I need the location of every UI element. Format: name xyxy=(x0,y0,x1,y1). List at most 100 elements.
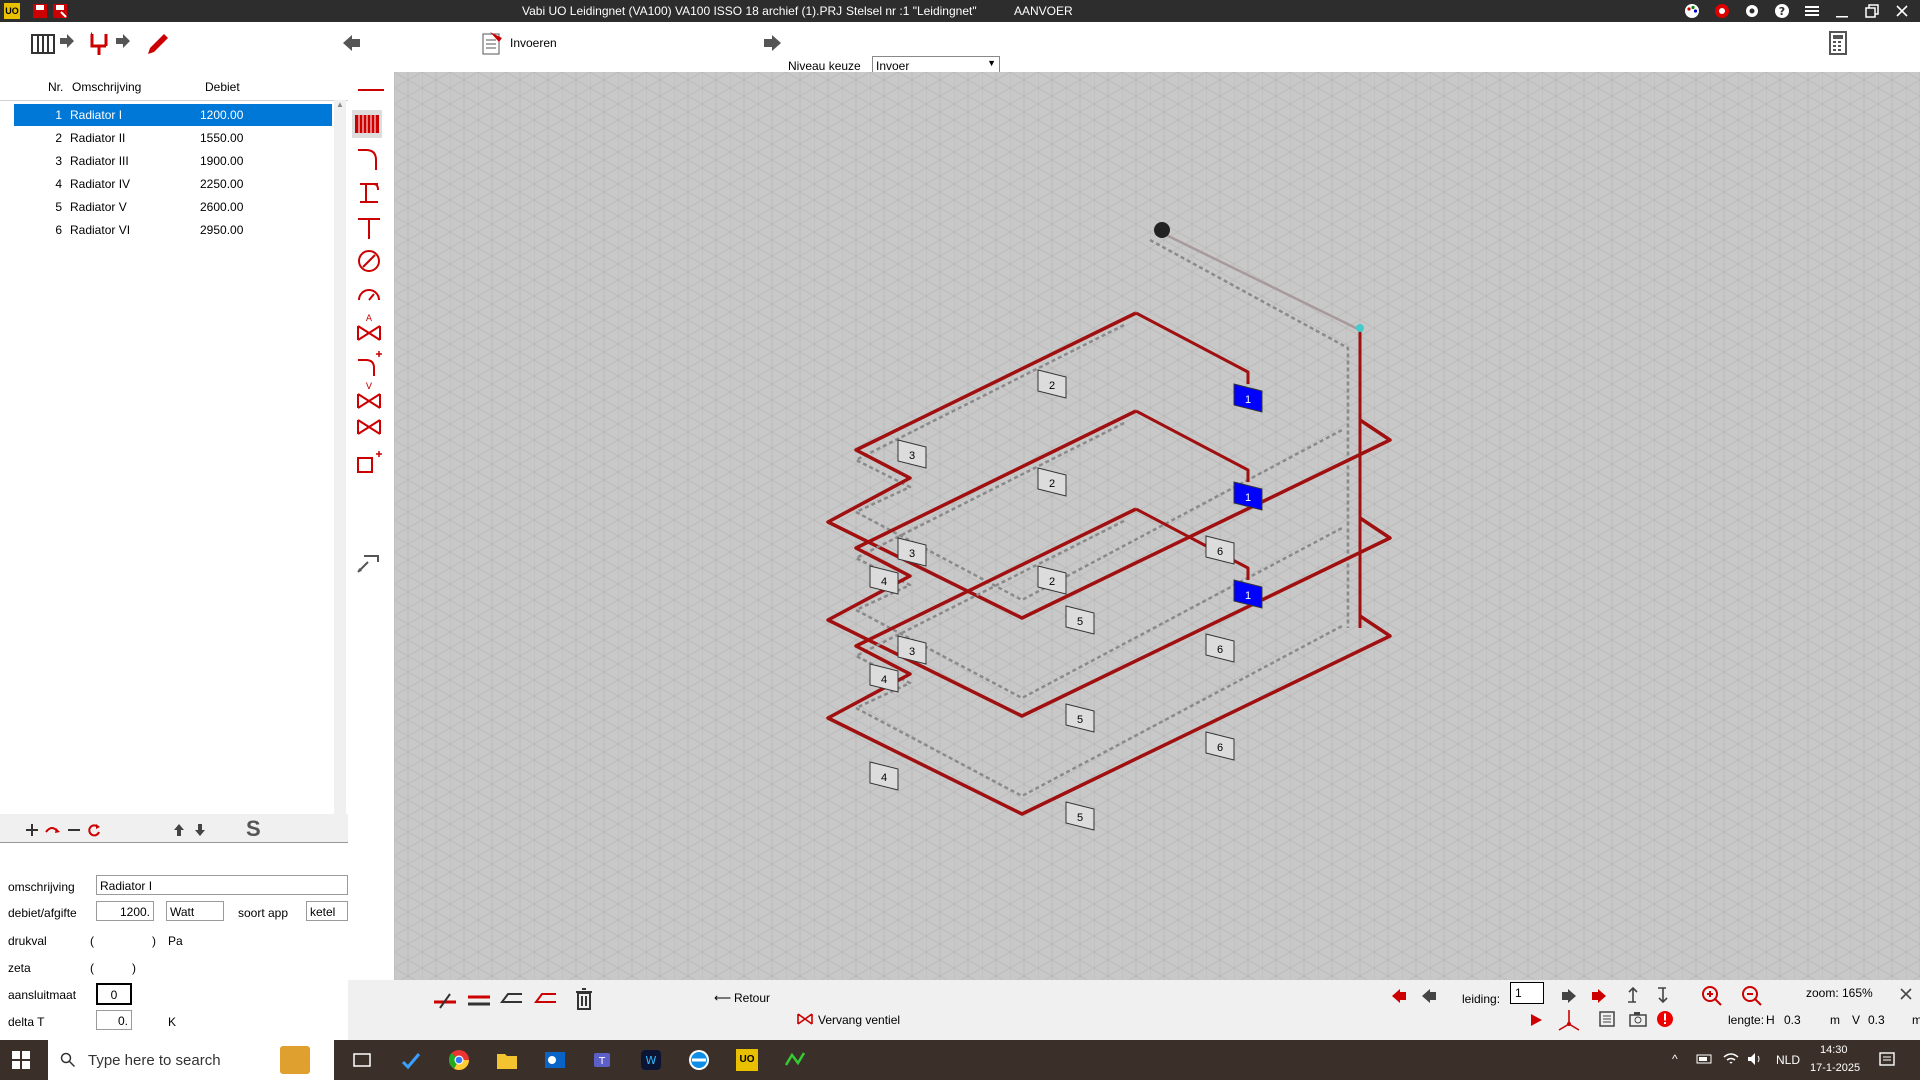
invoeren-icon[interactable] xyxy=(480,30,504,59)
language-indicator[interactable]: NLD xyxy=(1776,1053,1800,1067)
list-item[interactable]: 5 Radiator V 2600.00 xyxy=(14,196,332,218)
menu-icon[interactable] xyxy=(1804,3,1820,19)
soort-app-field[interactable]: ketel xyxy=(306,901,348,921)
list-item[interactable]: 1 Radiator I 1200.00 xyxy=(14,104,332,126)
help-icon[interactable]: ? xyxy=(1774,3,1790,19)
col-omschrijving[interactable]: Omschrijving xyxy=(72,80,141,94)
teams-icon[interactable]: T xyxy=(592,1049,614,1074)
isometric-drawing[interactable]: 1 1 1 2 2 2 3 3 3 4 4 4 5 5 5 6 6 6 xyxy=(394,72,1920,980)
list-item[interactable]: 2 Radiator II 1550.00 xyxy=(14,127,332,149)
app-w-icon[interactable]: W xyxy=(640,1049,662,1074)
camera-icon[interactable] xyxy=(1628,1010,1648,1031)
file-explorer-icon[interactable] xyxy=(496,1049,518,1074)
list-item[interactable]: 4 Radiator IV 2250.00 xyxy=(14,173,332,195)
clock-date[interactable]: 17-1-2025 xyxy=(1810,1062,1860,1074)
boiler-node-icon[interactable] xyxy=(1154,222,1170,238)
vervang-ventiel-label[interactable]: Vervang ventiel xyxy=(818,1013,900,1027)
pipe-branch-icon[interactable] xyxy=(88,30,134,59)
connection-node[interactable] xyxy=(1356,324,1364,332)
move-down-icon[interactable] xyxy=(193,822,207,841)
bend-icon[interactable] xyxy=(354,144,384,177)
vabi-uo-taskbar-icon[interactable]: UO xyxy=(736,1049,758,1071)
list-item[interactable]: 3 Radiator III 1900.00 xyxy=(14,150,332,172)
outlook-icon[interactable] xyxy=(544,1049,566,1074)
settings-icon[interactable] xyxy=(1744,3,1760,19)
radiator-icon[interactable] xyxy=(30,30,76,59)
first-pipe-icon[interactable] xyxy=(1390,988,1408,1007)
zoom-in-icon[interactable] xyxy=(1700,984,1724,1011)
list-item[interactable]: 6 Radiator VI 2950.00 xyxy=(14,219,332,241)
next-arrow-icon[interactable] xyxy=(760,34,782,55)
chrome-icon[interactable] xyxy=(448,1049,470,1074)
sort-s-icon[interactable]: S xyxy=(246,816,261,842)
gauge-icon[interactable] xyxy=(354,280,384,313)
omschrijving-field[interactable]: Radiator I xyxy=(96,875,348,895)
restore-icon[interactable] xyxy=(1864,3,1880,19)
last-pipe-icon[interactable] xyxy=(1590,988,1608,1007)
col-nr[interactable]: Nr. xyxy=(48,80,63,94)
next-pipe-icon[interactable] xyxy=(1560,988,1578,1007)
leiding-field[interactable]: 1 xyxy=(1510,982,1544,1004)
debiet-unit-field[interactable]: Watt xyxy=(166,901,224,921)
remove-row-icon[interactable] xyxy=(66,822,82,841)
lifebuoy-icon[interactable] xyxy=(1714,3,1730,19)
wifi-icon[interactable] xyxy=(1722,1051,1740,1070)
calculator-icon[interactable] xyxy=(1828,30,1850,61)
replace-valve-icon[interactable] xyxy=(796,1012,814,1029)
list-scrollbar[interactable]: ▲ ▼ xyxy=(334,100,346,890)
split-pipe-icon[interactable] xyxy=(432,990,458,1013)
radiator-tool-icon[interactable] xyxy=(352,110,382,138)
valve-a-icon[interactable]: A xyxy=(354,312,384,347)
minimize-icon[interactable] xyxy=(1834,3,1850,19)
add-row-icon[interactable] xyxy=(24,822,40,841)
drawing-canvas[interactable]: 1 1 1 2 2 2 3 3 3 4 4 4 5 5 5 6 6 6 xyxy=(394,72,1920,980)
measure-icon[interactable] xyxy=(354,246,384,279)
taskbar-search[interactable]: Type here to search xyxy=(48,1040,334,1080)
save-as-icon[interactable] xyxy=(52,3,68,19)
retour-label[interactable]: Retour xyxy=(734,991,770,1005)
parallel-pipe-icon[interactable] xyxy=(466,990,492,1013)
todo-app-icon[interactable] xyxy=(400,1050,422,1075)
up-level-icon[interactable] xyxy=(1626,986,1640,1007)
delta-t-field[interactable]: 0. xyxy=(96,1010,132,1030)
tray-chevron-icon[interactable]: ^ xyxy=(1672,1052,1678,1066)
valve-icon[interactable] xyxy=(354,416,384,443)
aansluitmaat-field[interactable]: 0 xyxy=(96,983,132,1005)
bend-plus-icon[interactable] xyxy=(354,348,384,381)
h-value[interactable]: 0.3 xyxy=(1784,1013,1801,1027)
move-up-icon[interactable] xyxy=(172,822,186,841)
link-pipe-icon[interactable] xyxy=(354,546,384,579)
offset-pipe-red-icon[interactable] xyxy=(534,990,560,1013)
teamviewer-icon[interactable] xyxy=(688,1049,710,1074)
task-view-icon[interactable] xyxy=(352,1050,372,1073)
debiet-field[interactable]: 1200. xyxy=(96,901,154,921)
down-level-icon[interactable] xyxy=(1656,986,1670,1007)
windows-start-icon[interactable] xyxy=(12,1051,30,1072)
trash-icon[interactable] xyxy=(574,987,594,1014)
play-icon[interactable] xyxy=(1528,1012,1544,1031)
offset-pipe-icon[interactable] xyxy=(500,990,526,1013)
prev-arrow-icon[interactable] xyxy=(342,34,364,55)
expand-icon[interactable] xyxy=(1896,984,1916,1007)
notifications-icon[interactable] xyxy=(1878,1051,1896,1072)
tee-icon[interactable] xyxy=(354,212,384,245)
valve-v-icon[interactable]: V xyxy=(354,380,384,415)
save-icon[interactable] xyxy=(32,3,48,19)
error-icon[interactable] xyxy=(1656,1010,1674,1031)
col-debiet[interactable]: Debiet xyxy=(205,80,240,94)
zoom-out-icon[interactable] xyxy=(1740,984,1764,1011)
export-icon[interactable] xyxy=(1598,1010,1618,1031)
green-app-icon[interactable] xyxy=(784,1049,806,1074)
bracket-icon[interactable] xyxy=(354,178,384,211)
scroll-up-icon[interactable]: ▲ xyxy=(336,100,344,109)
invoeren-label[interactable]: Invoeren xyxy=(510,36,557,50)
close-icon[interactable] xyxy=(1894,3,1910,19)
palette-icon[interactable] xyxy=(1684,3,1700,19)
box-plus-icon[interactable] xyxy=(354,448,384,481)
insert-row-icon[interactable] xyxy=(44,822,62,841)
refresh-icon[interactable] xyxy=(86,822,102,841)
pencil-icon[interactable] xyxy=(144,30,172,59)
pipe-straight-icon[interactable] xyxy=(354,72,388,109)
prev-pipe-icon[interactable] xyxy=(1420,988,1438,1007)
v-value[interactable]: 0.3 xyxy=(1868,1013,1885,1027)
